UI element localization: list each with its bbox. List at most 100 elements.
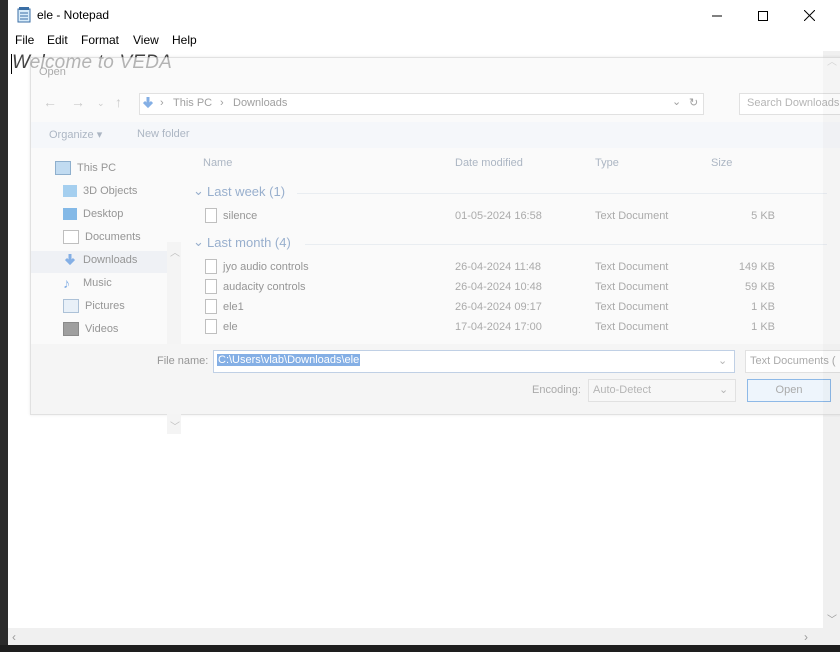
menu-help[interactable]: Help: [172, 33, 197, 47]
command-bar: Organize ▾ New folder: [31, 122, 840, 148]
scroll-up-icon[interactable]: ︿: [170, 244, 180, 259]
refresh-icon[interactable]: ↻: [689, 96, 698, 109]
nav-item-label: Documents: [85, 231, 141, 243]
scroll-right-icon[interactable]: ›: [804, 630, 808, 644]
file-size: 1 KB: [751, 301, 775, 313]
column-header-size[interactable]: Size: [711, 157, 732, 169]
encoding-select[interactable]: Auto-Detect ⌄: [588, 379, 736, 402]
download-arrow-icon: [64, 254, 76, 266]
encoding-value: Auto-Detect: [593, 384, 652, 396]
column-header-date[interactable]: Date modified: [455, 157, 523, 169]
minimize-icon: [712, 15, 722, 16]
chevron-down-icon[interactable]: ⌄: [718, 354, 727, 367]
nav-item-label: Videos: [85, 323, 119, 335]
column-header-type[interactable]: Type: [595, 157, 619, 169]
file-row[interactable]: jyo audio controls 26-04-2024 11:48 Text…: [191, 258, 831, 278]
chevron-down-icon: ⌄: [193, 234, 204, 249]
nav-item-pictures[interactable]: Pictures: [63, 296, 125, 316]
file-name: ele: [223, 321, 238, 333]
menu-edit[interactable]: Edit: [47, 33, 68, 47]
nav-item-videos[interactable]: Videos: [63, 319, 118, 339]
nav-item-desktop[interactable]: Desktop: [63, 204, 123, 224]
search-placeholder: Search Downloads: [747, 97, 840, 109]
file-row[interactable]: silence 01-05-2024 16:58 Text Document 5…: [191, 207, 831, 227]
nav-item-label: Music: [83, 277, 112, 289]
cube-icon: [63, 185, 77, 197]
address-dropdown-icon[interactable]: ⌄: [672, 95, 681, 108]
chevron-down-icon: ⌄: [193, 183, 204, 198]
nav-item-label: This PC: [77, 162, 117, 174]
file-type: Text Document: [595, 321, 669, 333]
dialog-title: Open: [39, 66, 66, 78]
file-name: silence: [223, 210, 258, 222]
file-row[interactable]: ele 17-04-2024 17:00 Text Document 1 KB: [191, 318, 831, 338]
scroll-down-icon[interactable]: ﹀: [170, 418, 180, 433]
documents-icon: [63, 230, 79, 244]
group-divider: [297, 193, 827, 194]
file-name-input[interactable]: C:\Users\vlab\Downloads\ele ⌄: [213, 350, 735, 373]
file-name-label: File name:: [157, 355, 209, 367]
file-type-value: Text Documents (: [750, 355, 836, 367]
breadcrumb-this-pc[interactable]: This PC: [173, 97, 212, 109]
title-bar[interactable]: ele - Notepad: [8, 0, 840, 31]
close-icon: [803, 10, 815, 21]
background-taskbar-strip: [0, 645, 840, 652]
text-document-icon: [205, 259, 217, 274]
minimize-button[interactable]: [694, 0, 740, 31]
scroll-down-icon[interactable]: ﹀: [827, 611, 837, 626]
pc-icon: [55, 161, 71, 175]
search-box[interactable]: Search Downloads: [739, 93, 840, 115]
address-bar[interactable]: › This PC › Downloads ⌄ ↻: [139, 93, 704, 115]
encoding-label: Encoding:: [532, 384, 581, 396]
organize-button[interactable]: Organize ▾: [49, 128, 102, 141]
file-size: 5 KB: [751, 210, 775, 222]
file-row[interactable]: ele1 26-04-2024 09:17 Text Document 1 KB: [191, 298, 831, 318]
group-header-last-week[interactable]: ⌄ Last week (1): [191, 183, 831, 203]
open-button[interactable]: Open: [747, 379, 831, 402]
file-size: 1 KB: [751, 321, 775, 333]
up-arrow-icon[interactable]: ↑: [115, 94, 122, 110]
file-name-value: C:\Users\vlab\Downloads\ele: [217, 354, 361, 366]
text-document-icon: [205, 208, 217, 223]
forward-arrow-icon[interactable]: →: [71, 94, 85, 110]
file-type-select[interactable]: Text Documents (: [745, 350, 840, 373]
maximize-icon: [758, 10, 768, 21]
scrollbar-corner: [823, 628, 840, 645]
file-type: Text Document: [595, 281, 669, 293]
text-document-icon: [205, 319, 217, 334]
nav-item-label: Downloads: [83, 254, 138, 266]
new-folder-button[interactable]: New folder: [137, 128, 190, 140]
nav-item-documents[interactable]: Documents: [63, 227, 141, 247]
nav-item-music[interactable]: ♪ Music: [63, 273, 112, 293]
file-type: Text Document: [595, 210, 669, 222]
file-type: Text Document: [595, 301, 669, 313]
nav-item-this-pc[interactable]: This PC: [55, 158, 116, 178]
navigation-pane: This PC 3D Objects Desktop Documents Dow…: [31, 150, 181, 434]
maximize-button[interactable]: [740, 0, 786, 31]
group-divider: [305, 244, 827, 245]
file-list: Name Date modified Type Size ⌄ Last week…: [191, 150, 840, 342]
menu-view[interactable]: View: [133, 33, 159, 47]
column-header-name[interactable]: Name: [203, 157, 232, 169]
file-name: ele1: [223, 301, 244, 313]
chevron-down-icon: ⌄: [719, 384, 729, 396]
dialog-footer: File name: C:\Users\vlab\Downloads\ele ⌄…: [31, 344, 840, 414]
close-button[interactable]: [786, 0, 832, 31]
menu-bar: File Edit Format View Help: [8, 31, 840, 51]
file-row[interactable]: audacity controls 26-04-2024 10:48 Text …: [191, 278, 831, 298]
breadcrumb-separator-icon: ›: [160, 97, 164, 109]
horizontal-scrollbar[interactable]: ‹ ›: [8, 628, 823, 645]
nav-item-label: 3D Objects: [83, 185, 138, 197]
nav-item-3d-objects[interactable]: 3D Objects: [63, 181, 137, 201]
back-arrow-icon[interactable]: ←: [43, 94, 57, 110]
breadcrumb-downloads[interactable]: Downloads: [233, 97, 287, 109]
scroll-left-icon[interactable]: ‹: [12, 630, 16, 644]
group-header-last-month[interactable]: ⌄ Last month (4): [191, 234, 831, 254]
menu-format[interactable]: Format: [81, 33, 119, 47]
notepad-icon: [17, 7, 31, 23]
film-icon: [63, 322, 79, 336]
menu-file[interactable]: File: [15, 33, 34, 47]
recent-dropdown-icon[interactable]: ⌄: [97, 98, 105, 109]
nav-item-downloads[interactable]: Downloads: [63, 250, 137, 270]
text-document-icon: [205, 299, 217, 314]
